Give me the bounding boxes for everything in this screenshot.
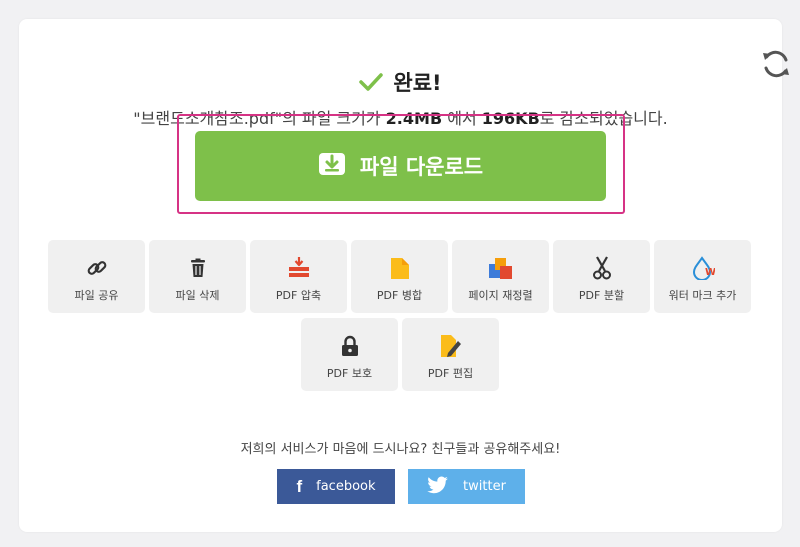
tool-protect-pdf[interactable]: PDF 보호 (301, 318, 398, 391)
download-button[interactable]: 파일 다운로드 (195, 131, 606, 201)
tool-share-file[interactable]: 파일 공유 (48, 240, 145, 313)
tool-label: PDF 분할 (578, 289, 625, 302)
download-label: 파일 다운로드 (359, 155, 484, 179)
facebook-icon: f (296, 476, 303, 496)
tool-label: 파일 공유 (74, 289, 119, 302)
watermark-icon: W (691, 256, 715, 280)
trash-icon (189, 256, 207, 280)
completion-title: 완료! (393, 71, 442, 95)
twitter-label: twitter (463, 479, 506, 494)
tool-label: 페이지 재정렬 (468, 289, 533, 302)
tool-edit-pdf[interactable]: PDF 편집 (402, 318, 499, 391)
completion-heading: 완료! (19, 67, 782, 97)
download-icon (318, 152, 346, 181)
scissors-icon (592, 256, 611, 280)
tool-label: PDF 보호 (326, 367, 373, 380)
tool-delete-file[interactable]: 파일 삭제 (149, 240, 246, 313)
tool-add-watermark[interactable]: W 워터 마크 추가 (654, 240, 751, 313)
reorder-icon (488, 256, 513, 280)
facebook-label: facebook (316, 479, 376, 494)
tool-compress-pdf[interactable]: PDF 압축 (250, 240, 347, 313)
share-prompt: 저희의 서비스가 마음에 드시나요? 친구들과 공유해주세요! (240, 442, 561, 457)
tool-reorder-pages[interactable]: 페이지 재정렬 (452, 240, 549, 313)
svg-text:W: W (705, 267, 715, 278)
edit-icon (440, 334, 462, 358)
tool-label: 워터 마크 추가 (668, 289, 737, 302)
result-card: 완료! "브랜드소개참조.pdf"의 파일 크기가 2.4MB 에서 196KB… (19, 19, 789, 532)
merge-icon (390, 256, 410, 280)
twitter-share-button[interactable]: twitter (408, 469, 525, 504)
facebook-share-button[interactable]: f facebook (277, 469, 395, 504)
lock-icon (341, 334, 359, 358)
tool-merge-pdf[interactable]: PDF 병합 (351, 240, 448, 313)
tool-label: PDF 압축 (275, 289, 322, 302)
link-icon (86, 256, 108, 280)
compress-icon (288, 256, 310, 280)
tool-split-pdf[interactable]: PDF 분할 (553, 240, 650, 313)
tool-label: PDF 병합 (376, 289, 423, 302)
tool-label: 파일 삭제 (175, 289, 220, 302)
tool-label: PDF 편집 (427, 367, 474, 380)
twitter-icon (427, 476, 449, 498)
checkmark-icon (359, 72, 384, 92)
